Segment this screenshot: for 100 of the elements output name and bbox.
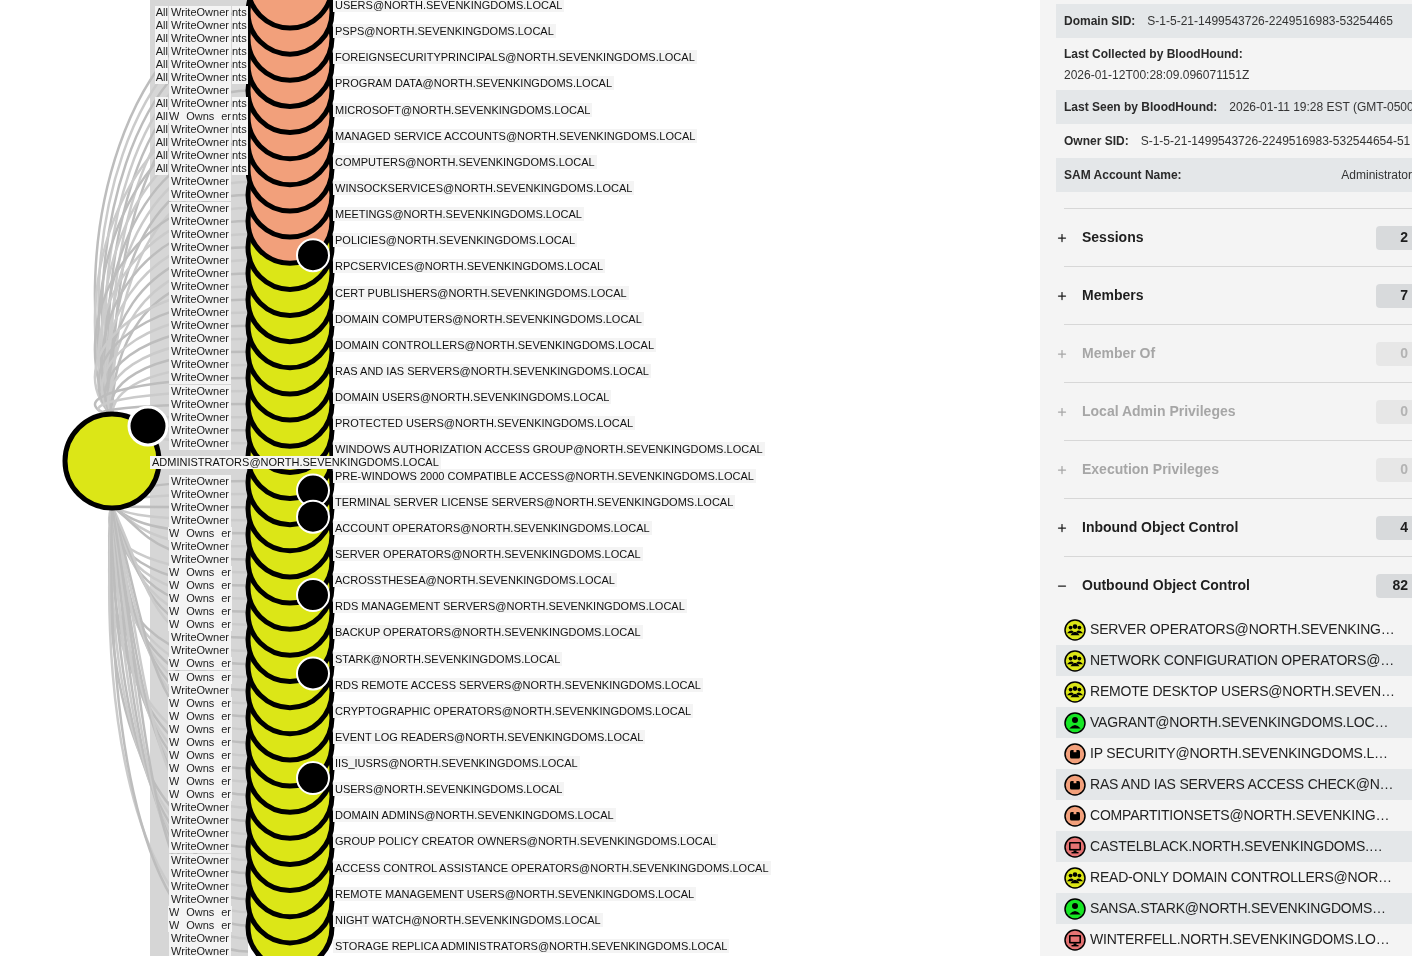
property-label: Last Seen by BloodHound: [1064,99,1218,116]
list-item[interactable]: READ-ONLY DOMAIN CONTROLLERS@NOR… [1056,862,1412,893]
edge-label: W [168,722,180,736]
plus-icon [1056,231,1068,244]
edge-label: er [221,775,232,789]
node-label: REMOTE MANAGEMENT USERS@NORTH.SEVENKINGDOMS.LOCAL [333,887,697,901]
node-label: GROUP POLICY CREATOR OWNERS@NORTH.SEVENKINGDOMS.LOCAL [333,834,719,848]
count-badge: 4 [1376,515,1412,540]
edge-label: nts [232,136,248,150]
edge-label: W [168,592,180,606]
count-badge: 2 [1376,225,1412,250]
list-item[interactable]: COMPARTITIONSETS@NORTH.SEVENKING… [1056,800,1412,831]
list-item[interactable]: REMOTE DESKTOP USERS@NORTH.SEVEN… [1056,676,1412,707]
edge-label: er [221,670,232,684]
node-label: COMPUTERS@NORTH.SEVENKINGDOMS.LOCAL [333,155,597,169]
edge-label: WriteOwner [169,293,231,307]
node-label: CRYPTOGRAPHIC OPERATORS@NORTH.SEVENKINGDOMS.LOCAL [333,704,694,718]
edge-label: er [221,579,232,593]
edge-label: WriteOwner [169,814,231,828]
property-label: Owner SID: [1064,133,1129,150]
edge-label: W [168,735,180,749]
people-icon [1064,866,1086,889]
node-label: WINDOWS AUTHORIZATION ACCESS GROUP@NORTH.SEVENKINGDOMS.LOCAL [333,442,765,456]
edge-label: W [168,775,180,789]
property-value: S-1-5-21-1499543726-2249516983-53254465 [1147,13,1393,30]
box-icon [1064,773,1086,796]
property-label: SAM Account Name: [1064,167,1182,184]
edge-label: WriteOwner [169,371,231,385]
edge-label: WriteOwner [169,840,231,854]
edge-label: er [221,110,232,124]
edge-label: Owns [179,762,222,776]
people-icon [1064,680,1086,703]
edge-label: WriteOwner [169,136,231,150]
node-label: SERVER OPERATORS@NORTH.SEVENKINGDOMS.LOCAL [333,547,643,561]
box-icon [1064,742,1086,765]
node-label: DOMAIN COMPUTERS@NORTH.SEVENKINGDOMS.LOCAL [333,312,644,326]
people-icon [1064,618,1086,641]
edge-label: er [221,748,232,762]
list-item[interactable]: IP SECURITY@NORTH.SEVENKINGDOMS.L… [1056,738,1412,769]
list-item[interactable]: CASTELBLACK.NORTH.SEVENKINGDOMS.… [1056,831,1412,862]
node-label: NIGHT WATCH@NORTH.SEVENKINGDOMS.LOCAL [333,913,603,927]
edge-label: WriteOwner [169,801,231,815]
edge-label: W [168,579,180,593]
node-label: STORAGE REPLICA ADMINISTRATORS@NORTH.SEVENKINGDOMS.LOCAL [333,939,730,953]
property-value: Administrator [1341,167,1412,184]
node-label: BACKUP OPERATORS@NORTH.SEVENKINGDOMS.LOCAL [333,625,643,639]
edge-label: nts [232,162,248,176]
list-item[interactable]: WINTERFELL.NORTH.SEVENKINGDOMS.LO… [1056,924,1412,955]
edge-label: WriteOwner [169,188,231,202]
node-label: ACCESS CONTROL ASSISTANCE OPERATORS@NORTH.SEVENKINGDOMS.LOCAL [333,861,771,875]
edge-label: WriteOwner [169,306,231,320]
section-toggle[interactable]: Sessions [1056,227,1144,248]
box-icon [1064,804,1086,827]
node-label: STARK@NORTH.SEVENKINGDOMS.LOCAL [333,652,563,666]
node-label: PROGRAM DATA@NORTH.SEVENKINGDOMS.LOCAL [333,76,615,90]
edge-label: Owns [179,657,222,671]
section-toggle[interactable]: Members [1056,285,1144,306]
node-label: PROTECTED USERS@NORTH.SEVENKINGDOMS.LOCAL [333,416,636,430]
node-label: RDS REMOTE ACCESS SERVERS@NORTH.SEVENKINGDOMS.LOCAL [333,678,703,692]
property-label: Last Collected by BloodHound: [1064,45,1244,63]
node-label: USERS@NORTH.SEVENKINGDOMS.LOCAL [333,0,565,12]
list-item[interactable]: SANSA.STARK@NORTH.SEVENKINGDOMS… [1056,893,1412,924]
edge-label: W [168,618,180,632]
node-label: MICROSOFT@NORTH.SEVENKINGDOMS.LOCAL [333,103,593,117]
node-label: RPCSERVICES@NORTH.SEVENKINGDOMS.LOCAL [333,259,606,273]
edge-label: Owns [179,110,222,124]
list-item[interactable]: VAGRANT@NORTH.SEVENKINGDOMS.LOC… [1056,707,1412,738]
edge-label: W [168,566,180,579]
plus-icon [1056,521,1068,534]
edge-label: er [221,762,232,776]
node-label: RAS AND IAS SERVERS@NORTH.SEVENKINGDOMS.LOCAL [333,364,651,378]
list-item[interactable]: SERVER OPERATORS@NORTH.SEVENKING… [1056,614,1412,645]
node-label: PRE-WINDOWS 2000 COMPATIBLE ACCESS@NORTH.SEVENKINGDOMS.LOCAL [333,469,756,483]
edge-label: WriteOwner [169,149,231,163]
edge-label: W [168,918,180,932]
person-icon [1064,711,1086,734]
edge-label: er [221,657,232,671]
list-item[interactable]: RAS AND IAS SERVERS ACCESS CHECK@N… [1056,769,1412,800]
edge-label: W [168,696,180,710]
plus-icon [1056,347,1068,360]
edge-label: W [168,762,180,776]
edge-label: WriteOwner [169,827,231,841]
plus-icon [1056,289,1068,302]
people-icon [1064,649,1086,672]
list-item[interactable]: NETWORK CONFIGURATION OPERATORS@… [1056,645,1412,676]
section-toggle[interactable]: Outbound Object Control [1056,575,1250,596]
plus-icon [1056,463,1068,476]
edge-label: W [168,788,180,802]
count-badge: 82 [1376,573,1412,598]
edge-label: W [168,748,180,762]
node-label: MANAGED SERVICE ACCOUNTS@NORTH.SEVENKINGDOMS.LOCAL [333,129,698,143]
edge-label: WriteOwner [169,175,231,189]
node-label: CERT PUBLISHERS@NORTH.SEVENKINGDOMS.LOCAL [333,286,629,300]
section-toggle[interactable]: Inbound Object Control [1056,517,1239,538]
edge-label: WriteOwner [169,123,231,137]
edge-label: W [168,657,180,671]
node-label: ADMINISTRATORS@NORTH.SEVENKINGDOMS.LOCAL [150,456,441,469]
edge-label: nts [232,149,248,163]
edge-label: W [168,526,180,540]
edge-label: nts [232,110,248,124]
